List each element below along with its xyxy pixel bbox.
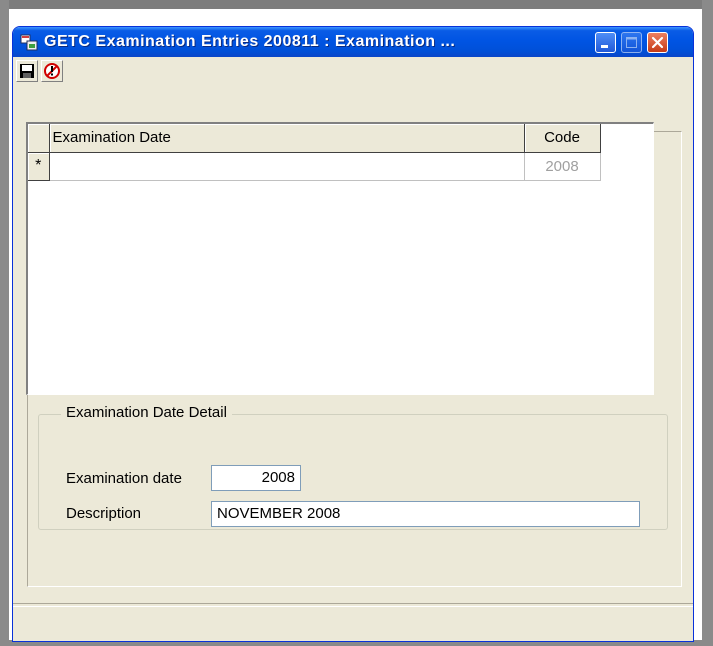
app-window-icon[interactable] <box>20 34 38 51</box>
minimize-button[interactable] <box>595 32 616 53</box>
examination-date-label: Examination date <box>66 470 182 487</box>
save-button[interactable] <box>16 60 38 82</box>
status-separator <box>13 603 693 607</box>
cancel-button[interactable] <box>41 60 63 82</box>
save-icon <box>20 64 34 78</box>
desktop-background-right <box>702 0 713 646</box>
grid-corner-header[interactable] <box>28 124 50 153</box>
column-header-code[interactable]: Code <box>524 124 601 153</box>
new-row-indicator[interactable]: * <box>28 152 50 181</box>
grid-header-row: Examination Date Code <box>28 124 601 153</box>
minimize-icon <box>601 45 608 48</box>
cell-examination-date[interactable] <box>49 152 525 181</box>
toolbar <box>13 57 693 87</box>
table-row-new[interactable]: * 2008 <box>28 152 601 181</box>
desktop-background <box>0 0 713 9</box>
description-label: Description <box>66 505 142 522</box>
window-title: GETC Examination Entries 200811 : Examin… <box>44 33 456 50</box>
group-title: Examination Date Detail <box>61 404 232 421</box>
cell-code[interactable]: 2008 <box>524 152 601 181</box>
examination-date-grid[interactable]: Examination Date Code * 2008 <box>26 122 654 395</box>
column-header-examination-date[interactable]: Examination Date <box>49 124 525 153</box>
close-icon <box>651 36 664 49</box>
close-button[interactable] <box>647 32 668 53</box>
maximize-button[interactable] <box>621 32 642 53</box>
maximize-icon <box>626 37 637 48</box>
grid-table: Examination Date Code * 2008 <box>28 124 601 181</box>
examination-date-field[interactable]: 2008 <box>211 465 301 491</box>
desktop-background-left <box>0 0 9 646</box>
cancel-icon <box>44 63 60 79</box>
description-field[interactable]: NOVEMBER 2008 <box>211 501 640 527</box>
title-bar[interactable]: GETC Examination Entries 200811 : Examin… <box>13 27 693 57</box>
